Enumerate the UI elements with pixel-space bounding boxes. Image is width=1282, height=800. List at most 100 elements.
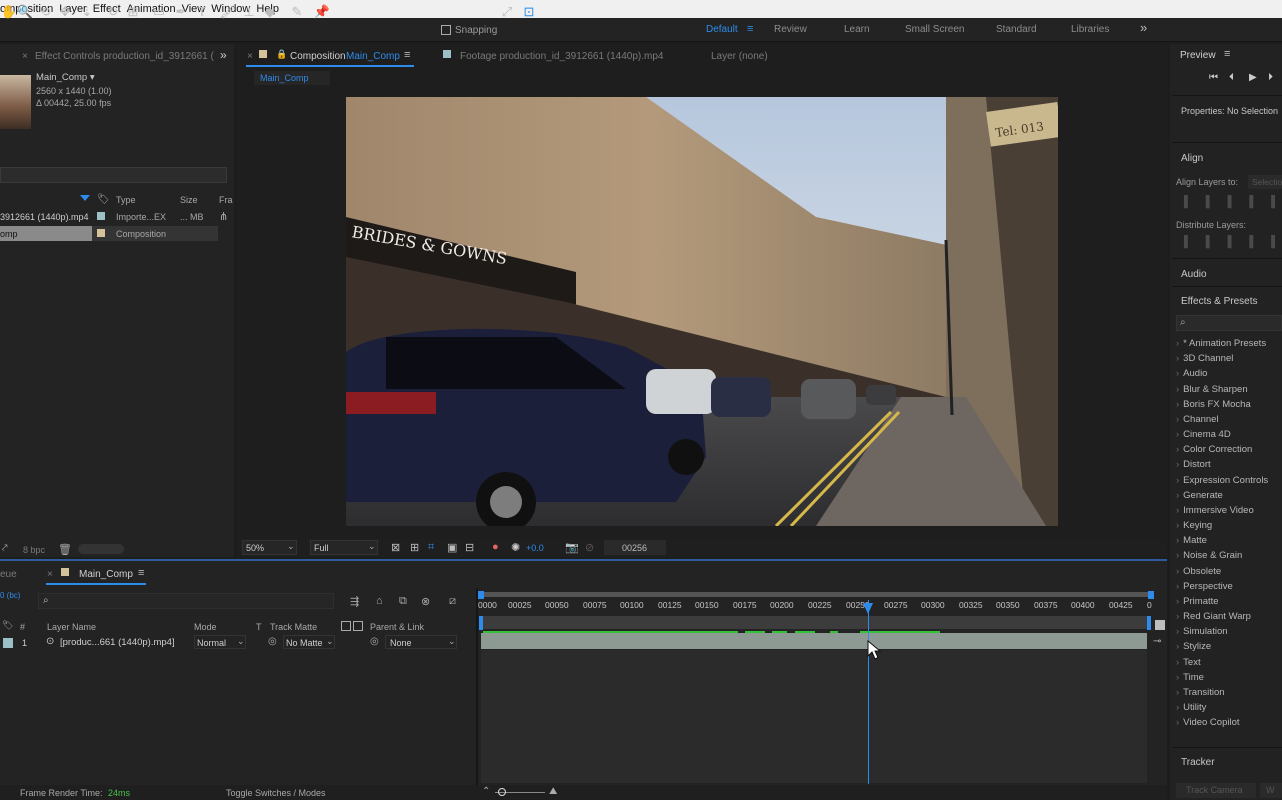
workspace-learn[interactable]: Learn	[844, 24, 870, 35]
footage-tab[interactable]: Footage production_id_3912661 (1440p).mp…	[460, 51, 664, 62]
navigator-start-handle[interactable]	[478, 591, 484, 599]
snapping-checkbox[interactable]	[441, 25, 451, 35]
effect-category[interactable]: › Video Copilot	[1176, 717, 1240, 728]
next-frame-icon[interactable]: ⏵	[1268, 72, 1273, 83]
layer-duration-bar[interactable]	[481, 633, 1147, 649]
eraser-tool-icon[interactable]: ◆	[261, 3, 279, 21]
puppet-pin-icon[interactable]: 📌	[313, 3, 331, 21]
snap-features-icon[interactable]: ⊡	[520, 3, 538, 21]
rotate-tool-icon[interactable]: ↻	[104, 3, 122, 21]
label-sort-icon[interactable]	[80, 195, 90, 201]
pen-tool-icon[interactable]: ✒	[172, 3, 190, 21]
trash-icon[interactable]: 🗑	[58, 543, 72, 556]
tab-menu-icon[interactable]: ≡	[138, 567, 144, 579]
zoom-out-icon[interactable]: ⌃	[482, 786, 490, 797]
effect-category[interactable]: › Primatte	[1176, 596, 1219, 607]
effect-category[interactable]: › * Animation Presets	[1176, 338, 1266, 349]
effect-category[interactable]: › Stylize	[1176, 641, 1211, 652]
transparency-grid-icon[interactable]: ⊞	[410, 541, 419, 554]
region-of-interest-icon[interactable]: ▣	[447, 541, 457, 554]
header-layer-name[interactable]: Layer Name	[47, 622, 96, 632]
dolly-camera-icon[interactable]: ⇣	[78, 3, 96, 21]
close-icon[interactable]: ×	[22, 51, 28, 62]
color-management-icon[interactable]: ✺	[511, 541, 520, 554]
orbit-camera-icon[interactable]: ⟲	[36, 3, 54, 21]
composition-tab-label[interactable]: Composition	[290, 51, 346, 62]
pan-camera-icon[interactable]: ✥	[56, 3, 74, 21]
workspace-overflow-icon[interactable]: »	[1140, 20, 1147, 35]
camera-snapshot-icon[interactable]: 📷	[565, 541, 579, 554]
effect-category[interactable]: › Immersive Video	[1176, 505, 1254, 516]
effect-category[interactable]: › Distort	[1176, 459, 1211, 470]
pan-behind-icon[interactable]: ⊞	[124, 3, 142, 21]
timeline-comp-tab[interactable]: Main_Comp	[79, 569, 133, 580]
exposure-value[interactable]: +0.0	[526, 543, 544, 553]
snap-edges-icon[interactable]: ⤢	[498, 3, 516, 21]
workspace-libraries[interactable]: Libraries	[1071, 24, 1109, 35]
header-size[interactable]: Size	[180, 195, 198, 205]
close-icon[interactable]: ×	[247, 51, 253, 62]
effect-category[interactable]: › Expression Controls	[1176, 475, 1268, 486]
composition-viewer[interactable]: BRIDES & GOWNS Tel: 013	[346, 97, 1058, 526]
effect-controls-tab[interactable]: Effect Controls production_id_3912661 (	[35, 51, 214, 62]
previous-frame-icon[interactable]: ⏴	[1229, 72, 1234, 83]
zoom-tool-icon[interactable]: 🔍	[16, 3, 34, 21]
effect-category[interactable]: › Transition	[1176, 687, 1225, 698]
tab-menu-icon[interactable]: ≡	[404, 49, 410, 61]
effect-category[interactable]: › Cinema 4D	[1176, 429, 1231, 440]
effect-category[interactable]: › Keying	[1176, 520, 1212, 531]
header-frame[interactable]: Fra	[219, 195, 233, 205]
timeline-zoom-handle[interactable]	[498, 788, 506, 796]
brush-tool-icon[interactable]: 🖌	[219, 3, 237, 21]
hide-shy-layers-icon[interactable]: ⧉	[399, 595, 407, 608]
mask-visibility-icon[interactable]: ⌗	[428, 541, 434, 554]
layer-name[interactable]: [produc...661 (1440p).mp4]	[60, 637, 175, 648]
layer-label-swatch[interactable]	[3, 638, 13, 648]
navigator-end-handle[interactable]	[1148, 591, 1154, 599]
effect-category[interactable]: › Simulation	[1176, 626, 1228, 637]
draft-3d-icon[interactable]: ⌂	[376, 595, 383, 607]
rectangle-tool-icon[interactable]: ▭	[150, 3, 168, 21]
workspace-default[interactable]: Default	[706, 24, 738, 35]
thumbnail-slider[interactable]	[78, 544, 124, 554]
composition-tab-name[interactable]: Main_Comp	[346, 51, 400, 62]
type-tool-icon[interactable]: T	[193, 3, 211, 21]
timecode-fragment[interactable]: 0 (bc)	[0, 591, 20, 600]
workspace-small-screen[interactable]: Small Screen	[905, 24, 964, 35]
bpc-label[interactable]: 8 bpc	[23, 545, 45, 555]
effects-search-input[interactable]	[1176, 315, 1282, 331]
work-area-start[interactable]	[479, 616, 483, 630]
effect-category[interactable]: › Channel	[1176, 414, 1219, 425]
effect-category[interactable]: › Blur & Sharpen	[1176, 384, 1248, 395]
lock-icon[interactable]: 🔒	[276, 49, 287, 60]
panel-menu-icon[interactable]: ≡	[1224, 48, 1230, 60]
show-snapshot-icon[interactable]: ⊘	[585, 541, 594, 554]
layer-tab[interactable]: Layer (none)	[711, 51, 768, 62]
parent-pickwhip-icon[interactable]: ◎	[370, 636, 379, 647]
flowchart-icon[interactable]: ⋔	[219, 210, 228, 223]
toggle-switches-modes-button[interactable]: Toggle Switches / Modes	[226, 788, 326, 798]
composition-mini-flowchart-icon[interactable]: ⇶	[350, 595, 359, 608]
panel-overflow-icon[interactable]: »	[220, 48, 227, 62]
header-type[interactable]: Type	[116, 195, 136, 205]
zoom-in-icon[interactable]: ⛰	[549, 786, 557, 797]
comp-name[interactable]: Main_Comp ▾	[36, 72, 95, 83]
effect-category[interactable]: › 3D Channel	[1176, 353, 1233, 364]
layer-search-input[interactable]	[38, 593, 334, 609]
work-area-end[interactable]	[1147, 616, 1151, 630]
graph-editor-icon[interactable]: ⧄	[449, 595, 456, 608]
effect-category[interactable]: › Obsolete	[1176, 566, 1221, 577]
close-icon[interactable]: ×	[47, 569, 53, 580]
work-area-bar[interactable]	[481, 616, 1149, 629]
effect-category[interactable]: › Matte	[1176, 535, 1207, 546]
effect-category[interactable]: › Noise & Grain	[1176, 550, 1242, 561]
grid-guides-icon[interactable]: ⊟	[465, 541, 474, 554]
effect-category[interactable]: › Boris FX Mocha	[1176, 399, 1251, 410]
channel-icon[interactable]: ●	[492, 541, 499, 553]
project-search-input[interactable]	[0, 167, 227, 183]
effect-category[interactable]: › Utility	[1176, 702, 1206, 713]
effect-category[interactable]: › Red Giant Warp	[1176, 611, 1251, 622]
effect-category[interactable]: › Audio	[1176, 368, 1207, 379]
render-queue-tab[interactable]: eue	[0, 569, 17, 580]
playhead-handle[interactable]	[863, 603, 873, 614]
